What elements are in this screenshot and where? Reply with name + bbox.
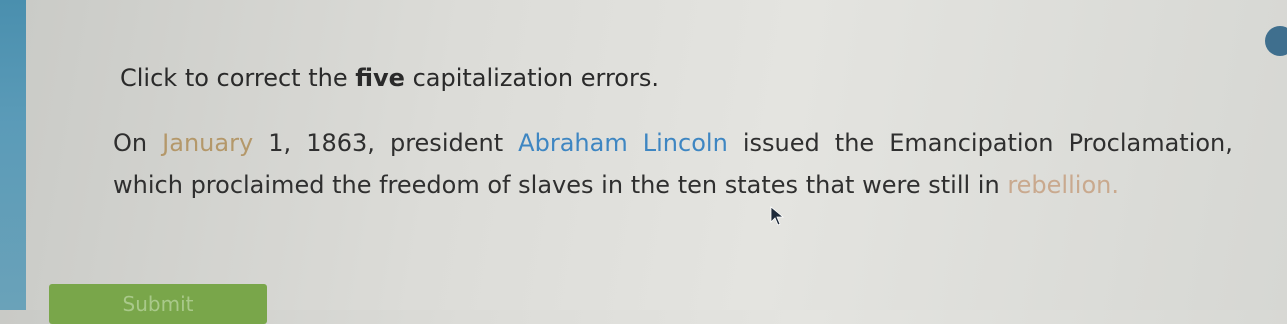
instructions: Click to correct the five capitalization… (120, 64, 659, 92)
passage-word[interactable]: On (113, 129, 147, 157)
submit-button[interactable]: Submit (49, 284, 267, 324)
passage-word[interactable]: Lincoln (643, 129, 728, 157)
passage-word[interactable]: freedom (379, 171, 480, 199)
passage-word[interactable]: president (390, 129, 503, 157)
instructions-bold: five (355, 64, 405, 92)
passage-word[interactable]: that (806, 171, 855, 199)
passage-word[interactable]: slaves (518, 171, 593, 199)
passage-word[interactable]: issued (743, 129, 820, 157)
passage-word[interactable]: were (862, 171, 921, 199)
passage-word[interactable]: still (928, 171, 970, 199)
passage-word[interactable]: Proclamation, (1069, 129, 1233, 157)
instructions-before: Click to correct the (120, 64, 356, 92)
passage-word[interactable]: the (835, 129, 874, 157)
instructions-after: capitalization errors. (404, 64, 659, 92)
passage-word[interactable]: 1, (268, 129, 291, 157)
mouse-pointer-icon (770, 206, 784, 226)
passage-word[interactable]: 1863, (306, 129, 375, 157)
passage-word[interactable]: Abraham (518, 129, 628, 157)
help-badge-icon[interactable] (1265, 26, 1287, 56)
passage-word[interactable]: states (725, 171, 798, 199)
passage-word[interactable]: the (332, 171, 371, 199)
passage-word[interactable]: which (113, 171, 183, 199)
passage-word[interactable]: Emancipation (889, 129, 1053, 157)
left-edge-panel (0, 0, 26, 310)
passage-word[interactable]: rebellion. (1007, 171, 1119, 199)
passage-word[interactable]: in (601, 171, 623, 199)
passage: On January 1, 1863, president Abraham Li… (113, 122, 1233, 206)
passage-word[interactable]: in (978, 171, 1000, 199)
passage-word[interactable]: January (162, 129, 253, 157)
passage-word[interactable]: the (631, 171, 670, 199)
passage-word[interactable]: ten (678, 171, 717, 199)
passage-word[interactable]: proclaimed (191, 171, 325, 199)
passage-word[interactable]: of (487, 171, 510, 199)
